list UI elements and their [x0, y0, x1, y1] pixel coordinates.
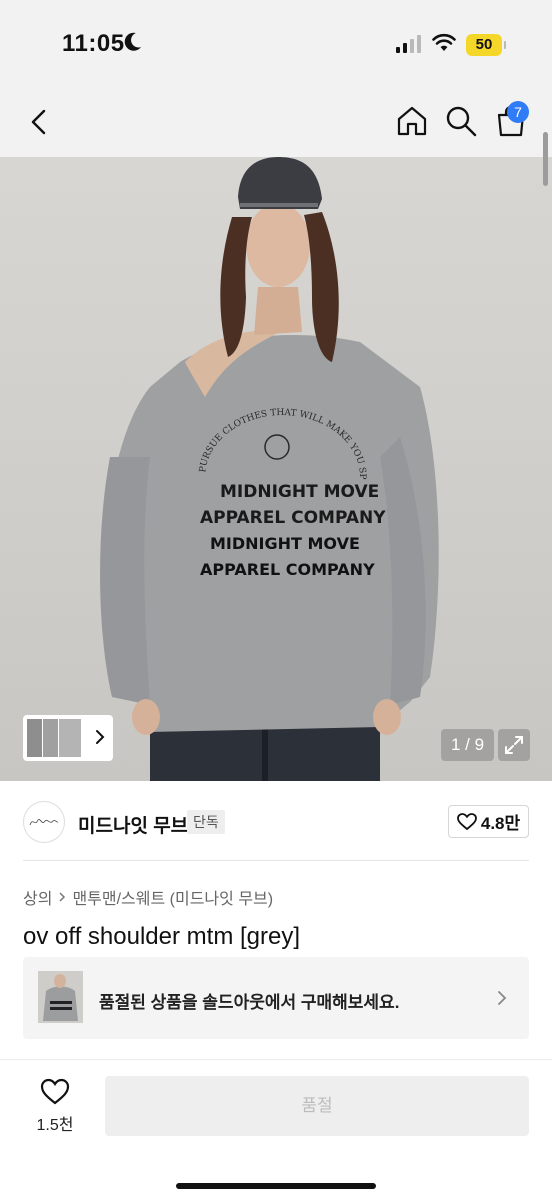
heart-icon [456, 812, 477, 830]
brand-like-button[interactable]: 4.8만 [448, 805, 529, 838]
signal-icon [396, 35, 421, 53]
print-line-2: APPAREL COMPANY [200, 508, 386, 528]
scroll-indicator[interactable] [543, 132, 548, 186]
soldout-thumbnail [38, 971, 83, 1023]
wish-count: 1.5천 [36, 1117, 74, 1134]
home-icon[interactable] [395, 104, 429, 138]
print-line-1: MIDNIGHT MOVE [220, 482, 379, 502]
brand-like-count: 4.8만 [480, 814, 521, 833]
divider [23, 860, 529, 861]
nav-bar [0, 90, 552, 157]
product-title: ov off shoulder mtm [grey] [23, 923, 301, 950]
image-counter: 1 / 9 [441, 729, 494, 761]
soldout-button[interactable]: 품절 [105, 1076, 529, 1136]
breadcrumb: 상의 맨투맨/스웨트 (미드나잇 무브) [23, 885, 273, 909]
battery-icon: 50 [466, 34, 506, 56]
exclusive-tag: 단독 [187, 810, 225, 834]
search-icon[interactable] [444, 104, 478, 138]
brand-logo-signature [29, 818, 59, 826]
moon-icon [124, 32, 141, 51]
product-image[interactable]: PURSUE CLOTHES THAT WILL MAKE YOU SPECIA… [0, 157, 552, 781]
soldout-banner-text: 품절된 상품을 솔드아웃에서 구매해보세요. [99, 993, 400, 1012]
breadcrumb-subcategory[interactable]: 맨투맨/스웨트 (미드나잇 무브) [72, 885, 273, 909]
breadcrumb-category[interactable]: 상의 [23, 885, 52, 909]
home-indicator [176, 1183, 376, 1189]
expand-icon[interactable] [498, 729, 530, 761]
product-photo: PURSUE CLOTHES THAT WILL MAKE YOU SPECIA… [0, 157, 439, 781]
chevron-right-icon [498, 991, 507, 1005]
print-line-4: APPAREL COMPANY [200, 560, 375, 579]
thumbnail-strip[interactable] [23, 715, 113, 761]
chevron-right-icon[interactable] [93, 729, 107, 745]
soldout-banner[interactable]: 품절된 상품을 솔드아웃에서 구매해보세요. [23, 957, 529, 1039]
status-time: 11:05 [62, 30, 125, 57]
print-line-3: MIDNIGHT MOVE [210, 534, 360, 553]
brand-logo[interactable] [23, 801, 65, 843]
back-icon[interactable] [24, 106, 56, 138]
thumbnail-image[interactable] [58, 718, 82, 758]
wifi-icon [432, 33, 456, 51]
cart-count-badge: 7 [507, 101, 529, 123]
chevron-right-icon [59, 892, 66, 902]
status-bar: 11:05 50 [0, 0, 552, 90]
brand-name[interactable]: 미드나잇 무브 [78, 811, 188, 838]
heart-icon[interactable] [40, 1078, 70, 1106]
